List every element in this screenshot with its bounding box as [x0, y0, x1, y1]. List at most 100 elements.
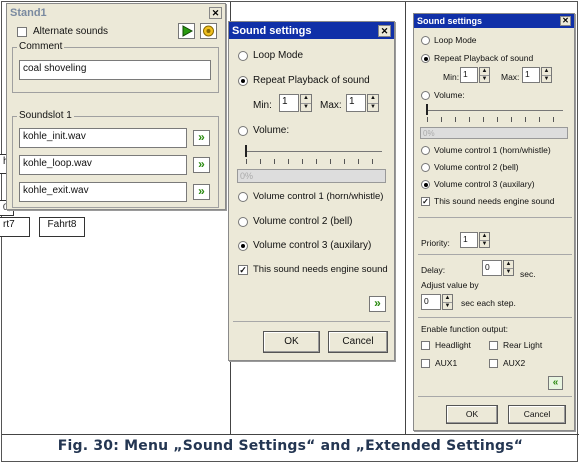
- slider-track: [427, 110, 563, 111]
- browse-file-button[interactable]: »: [193, 130, 210, 146]
- slider-ticks: [427, 117, 567, 122]
- engine-sound-checkbox[interactable]: ✓: [238, 265, 248, 275]
- double-chevron-left-icon: «: [552, 377, 559, 388]
- volume-radio[interactable]: [238, 126, 248, 136]
- priority-spinner[interactable]: ▲ ▼: [479, 232, 490, 248]
- loop-mode-radio[interactable]: [238, 51, 248, 61]
- browse-file-button[interactable]: »: [193, 157, 210, 173]
- ok-button[interactable]: OK: [446, 405, 498, 424]
- close-button[interactable]: ✕: [378, 24, 391, 37]
- min-spinner[interactable]: ▲ ▼: [479, 67, 490, 83]
- enable-output-label: Enable function output:: [421, 324, 508, 334]
- caption-divider: [2, 434, 579, 435]
- delay-label: Delay:: [421, 265, 446, 275]
- max-input[interactable]: 1: [522, 67, 540, 83]
- ok-button[interactable]: OK: [263, 331, 320, 353]
- cancel-button[interactable]: Cancel: [328, 331, 388, 353]
- min-input[interactable]: 1: [460, 67, 478, 83]
- dialog-title: Sound settings: [417, 16, 482, 26]
- close-button[interactable]: ✕: [209, 6, 222, 19]
- volume-control-1-radio[interactable]: [238, 192, 248, 202]
- rear-light-checkbox[interactable]: [489, 341, 498, 350]
- browse-file-button[interactable]: »: [193, 184, 210, 200]
- double-chevron-right-icon: »: [198, 184, 205, 198]
- soundslot-group-title: Soundslot 1: [17, 110, 74, 121]
- repeat-playback-radio[interactable]: [238, 76, 248, 86]
- min-spinner[interactable]: ▲ ▼: [300, 94, 312, 112]
- play-icon: [182, 25, 194, 37]
- volume-control-1-radio[interactable]: [421, 146, 430, 155]
- volume-control-3-radio[interactable]: [238, 241, 248, 251]
- volume-slider[interactable]: [424, 102, 567, 122]
- aux1-checkbox[interactable]: [421, 359, 430, 368]
- engine-sound-checkbox[interactable]: ✓: [421, 197, 430, 206]
- slider-thumb[interactable]: [245, 145, 247, 157]
- soundslot-file-input[interactable]: kohle_exit.wav: [19, 182, 187, 202]
- comment-group-title: Comment: [17, 41, 65, 52]
- alternate-sounds-checkbox[interactable]: [17, 27, 27, 37]
- alternate-sounds-label: Alternate sounds: [33, 26, 109, 37]
- stand-window: Stand1 ✕ Alternate sounds Comment coal s…: [6, 3, 226, 210]
- double-chevron-right-icon: »: [198, 130, 205, 144]
- speaker-settings-icon: [203, 25, 214, 37]
- min-label: Min:: [443, 72, 460, 82]
- volume-control-3-label: Volume control 3 (auxilary): [434, 179, 535, 189]
- volume-radio[interactable]: [421, 91, 430, 100]
- slider-thumb[interactable]: [426, 104, 428, 115]
- adjust-spinner[interactable]: ▲ ▼: [442, 294, 453, 310]
- headlight-checkbox[interactable]: [421, 341, 430, 350]
- close-button[interactable]: ✕: [560, 16, 571, 26]
- comment-input[interactable]: coal shoveling: [19, 60, 211, 80]
- headlight-label: Headlight: [435, 340, 471, 350]
- volume-control-1-label: Volume control 1 (horn/whistle): [253, 191, 384, 202]
- volume-control-3-radio[interactable]: [421, 180, 430, 189]
- repeat-playback-label: Repeat Playback of sound: [253, 75, 370, 86]
- slider-track: [246, 151, 382, 152]
- adjust-input[interactable]: 0: [421, 294, 441, 310]
- play-button[interactable]: [178, 23, 195, 39]
- cancel-button[interactable]: Cancel: [508, 405, 566, 424]
- volume-control-2-label: Volume control 2 (bell): [253, 216, 353, 227]
- volume-control-1-label: Volume control 1 (horn/whistle): [434, 145, 551, 155]
- volume-control-2-label: Volume control 2 (bell): [434, 162, 519, 172]
- volume-control-2-radio[interactable]: [421, 163, 430, 172]
- figure-frame: hc 0, rt7 Fahrt8 Stand1 ✕ Alternate soun…: [0, 1, 579, 462]
- min-input[interactable]: 1: [279, 94, 299, 112]
- volume-slider[interactable]: [242, 143, 386, 165]
- priority-input[interactable]: 1: [460, 232, 478, 248]
- sound-settings-titlebar: Sound settings ✕: [229, 22, 394, 39]
- volume-control-3-label: Volume control 3 (auxilary): [253, 240, 372, 251]
- double-chevron-right-icon: »: [198, 157, 205, 171]
- engine-sound-label: This sound needs engine sound: [253, 264, 388, 275]
- aux1-label: AUX1: [435, 358, 458, 368]
- collapse-settings-button[interactable]: «: [548, 376, 563, 390]
- soundslot-file-input[interactable]: kohle_loop.wav: [19, 155, 187, 175]
- stand-titlebar: Stand1 ✕: [7, 4, 225, 21]
- max-spinner[interactable]: ▲ ▼: [541, 67, 552, 83]
- aux2-label: AUX2: [503, 358, 526, 368]
- max-spinner[interactable]: ▲ ▼: [367, 94, 379, 112]
- volume-label: Volume:: [434, 90, 465, 100]
- extended-settings-button[interactable]: »: [369, 296, 386, 312]
- loop-mode-radio[interactable]: [421, 36, 430, 45]
- separator: [418, 317, 572, 318]
- aux2-checkbox[interactable]: [489, 359, 498, 368]
- rear-light-label: Rear Light: [503, 340, 543, 350]
- max-input[interactable]: 1: [346, 94, 366, 112]
- max-label: Max:: [320, 100, 342, 111]
- divider-line: [405, 2, 406, 434]
- slider-ticks: [246, 159, 386, 164]
- delay-input[interactable]: 0: [482, 260, 502, 276]
- delay-spinner[interactable]: ▲ ▼: [503, 260, 514, 276]
- repeat-playback-label: Repeat Playback of sound: [434, 53, 534, 63]
- comment-group: Comment coal shoveling: [12, 41, 219, 93]
- soundslot-file-input[interactable]: kohle_init.wav: [19, 128, 187, 148]
- repeat-playback-radio[interactable]: [421, 54, 430, 63]
- separator: [418, 396, 572, 397]
- volume-control-2-radio[interactable]: [238, 217, 248, 227]
- separator: [418, 217, 572, 218]
- engine-sound-label: This sound needs engine sound: [434, 196, 555, 206]
- separator: [233, 321, 390, 322]
- sound-options-button[interactable]: [200, 23, 217, 39]
- background-fragment: Fahrt8: [39, 217, 85, 237]
